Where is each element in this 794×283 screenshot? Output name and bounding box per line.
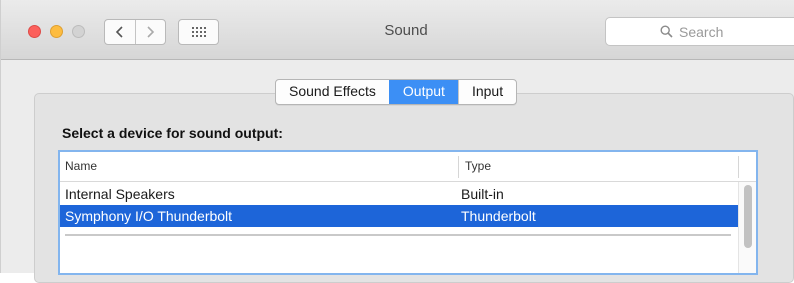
device-name: Symphony I/O Thunderbolt bbox=[65, 208, 233, 224]
table-header: Name Type bbox=[60, 152, 756, 182]
column-header-name[interactable]: Name bbox=[65, 159, 97, 173]
zoom-window-button[interactable] bbox=[72, 25, 85, 38]
window-title: Sound bbox=[384, 22, 428, 39]
vertical-scrollbar[interactable] bbox=[738, 182, 756, 273]
back-button[interactable] bbox=[105, 20, 135, 44]
back-forward-group bbox=[104, 19, 166, 45]
title-bar: Sound Search bbox=[1, 0, 794, 60]
chevron-right-icon bbox=[147, 26, 155, 38]
show-all-button[interactable] bbox=[178, 19, 219, 45]
scrollbar-thumb[interactable] bbox=[744, 185, 752, 248]
column-divider bbox=[458, 156, 459, 178]
search-field[interactable]: Search bbox=[605, 17, 794, 46]
device-type: Built-in bbox=[461, 186, 504, 202]
device-type: Thunderbolt bbox=[461, 208, 536, 224]
chevron-left-icon bbox=[115, 26, 123, 38]
system-preferences-window: Sound Search Sound Effects Output Input … bbox=[0, 0, 794, 283]
device-name: Internal Speakers bbox=[65, 186, 175, 202]
minimize-window-button[interactable] bbox=[50, 25, 63, 38]
section-heading: Select a device for sound output: bbox=[62, 125, 283, 141]
column-divider bbox=[738, 156, 739, 178]
search-icon bbox=[660, 25, 673, 38]
row-divider bbox=[65, 234, 731, 236]
search-placeholder: Search bbox=[679, 24, 724, 40]
tab-sound-effects[interactable]: Sound Effects bbox=[276, 80, 389, 104]
tab-input[interactable]: Input bbox=[457, 80, 516, 104]
table-row-selected[interactable]: Symphony I/O Thunderbolt Thunderbolt bbox=[60, 205, 738, 227]
close-window-button[interactable] bbox=[28, 25, 41, 38]
forward-button[interactable] bbox=[134, 20, 166, 44]
output-device-table: Name Type Internal Speakers Built-in Sym… bbox=[58, 150, 758, 275]
table-row[interactable]: Internal Speakers Built-in bbox=[60, 183, 738, 205]
tab-bar: Sound Effects Output Input bbox=[275, 79, 518, 105]
tab-output[interactable]: Output bbox=[388, 80, 458, 104]
column-header-type[interactable]: Type bbox=[465, 159, 491, 173]
grid-icon bbox=[191, 27, 206, 37]
